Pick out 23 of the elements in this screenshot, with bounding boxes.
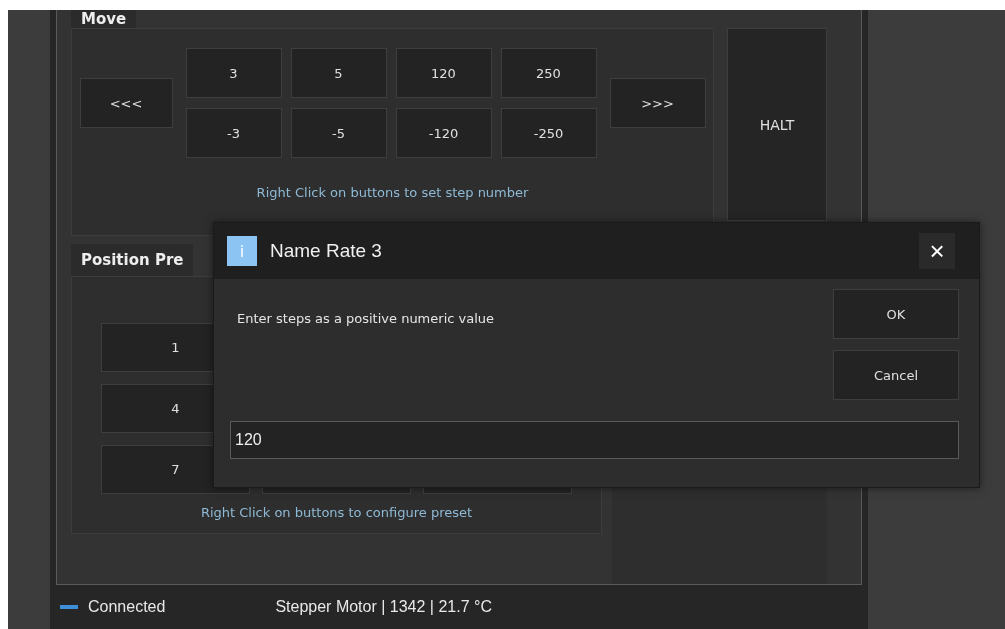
step-button[interactable]: -250 bbox=[500, 108, 597, 158]
step-button[interactable]: -5 bbox=[290, 108, 387, 158]
hint-text: Right Click on buttons to configure preset bbox=[200, 505, 473, 520]
step-button[interactable]: 3 bbox=[185, 48, 282, 98]
connection-status: Connected bbox=[88, 598, 166, 616]
forward-button[interactable]: >>> bbox=[609, 78, 706, 128]
group-title: Move bbox=[71, 10, 137, 28]
step-button[interactable]: 5 bbox=[290, 48, 387, 98]
ok-button[interactable]: OK bbox=[833, 289, 959, 339]
step-button[interactable]: 120 bbox=[395, 48, 492, 98]
hint-text: Right Click on buttons to set step number bbox=[256, 185, 529, 200]
step-button[interactable]: -3 bbox=[185, 108, 282, 158]
step-button[interactable]: -120 bbox=[395, 108, 492, 158]
back-button[interactable]: <<< bbox=[79, 78, 173, 128]
cancel-button[interactable]: Cancel bbox=[833, 350, 959, 400]
close-button[interactable]: × bbox=[919, 233, 955, 269]
dialog-title: Name Rate 3 bbox=[270, 240, 383, 262]
step-button[interactable]: 250 bbox=[500, 48, 597, 98]
group-title: Position Pre bbox=[71, 244, 194, 276]
input-field[interactable]: 120 bbox=[230, 421, 959, 459]
device-info: Stepper Motor | 1342 | 21.7 °C bbox=[275, 598, 492, 616]
info-icon: i bbox=[227, 236, 257, 266]
halt-button[interactable]: HALT bbox=[727, 28, 827, 221]
